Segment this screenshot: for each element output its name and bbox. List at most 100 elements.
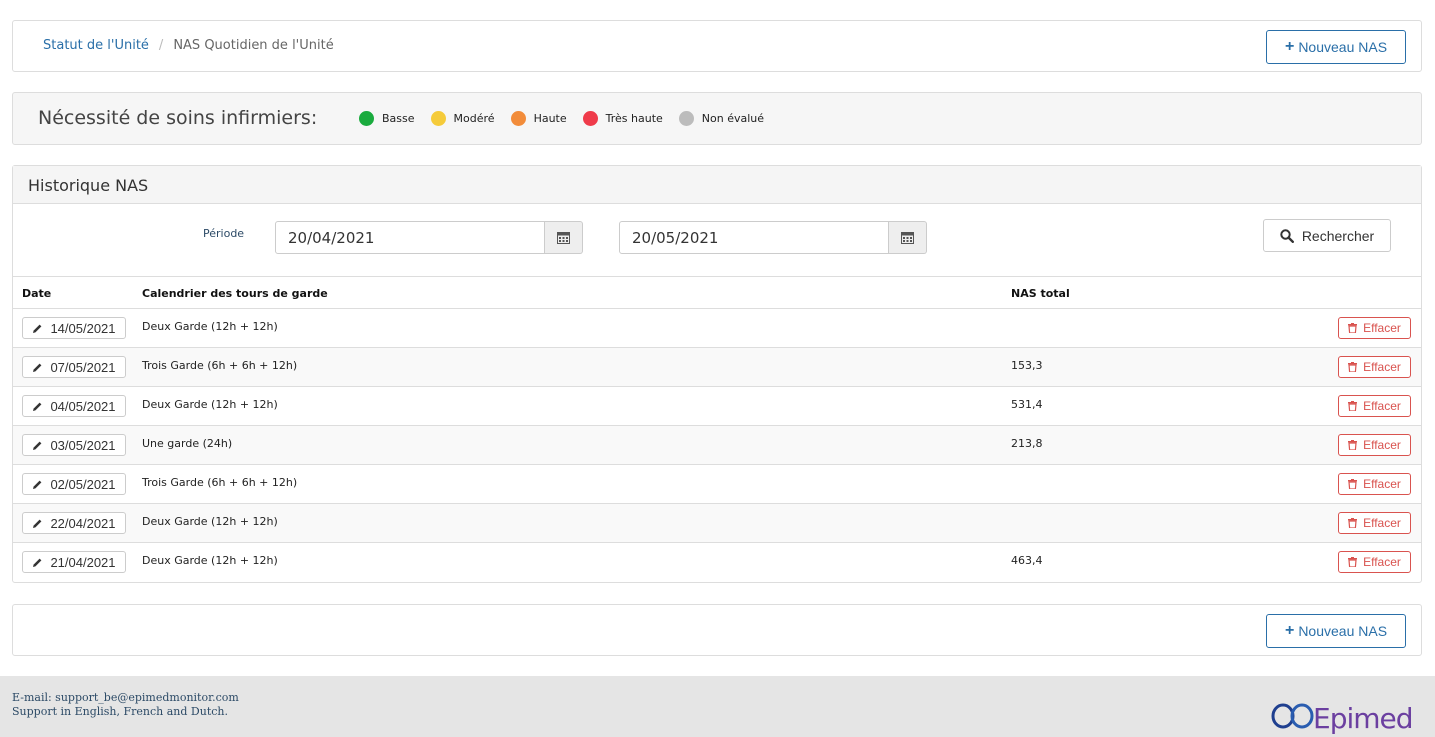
row-date: 02/05/2021 xyxy=(50,476,116,492)
table-body: 14/05/2021 Deux Garde (12h + 12h) Effacer 0… xyxy=(13,309,1421,582)
delete-label: Effacer xyxy=(1363,438,1401,452)
delete-label: Effacer xyxy=(1363,321,1401,335)
calendar-icon[interactable] xyxy=(545,221,583,254)
delete-button[interactable]: Effacer xyxy=(1338,317,1411,339)
date-from-input[interactable]: 20/04/2021 xyxy=(275,221,545,254)
status-dot-icon xyxy=(582,111,598,126)
legend-label: Basse xyxy=(382,112,415,125)
bottom-panel: + Nouveau NAS xyxy=(12,604,1422,656)
edit-date-button[interactable]: 07/05/2021 xyxy=(22,356,126,378)
legend-item: Haute xyxy=(510,111,567,126)
status-dot-icon xyxy=(678,111,694,126)
legend: Basse Modéré Haute Très haute Non évalué xyxy=(359,111,780,126)
delete-button[interactable]: Effacer xyxy=(1338,473,1411,495)
pencil-icon xyxy=(33,519,42,528)
edit-date-button[interactable]: 03/05/2021 xyxy=(22,434,126,456)
legend-title: Nécessité de soins infirmiers: xyxy=(38,107,318,129)
new-nas-button-top[interactable]: + Nouveau NAS xyxy=(1266,30,1406,64)
row-schedule: Trois Garde (6h + 6h + 12h) xyxy=(142,359,298,372)
table-row: 21/04/2021 Deux Garde (12h + 12h) 463,4 Eff… xyxy=(13,543,1421,582)
row-date: 22/04/2021 xyxy=(50,515,116,531)
trash-icon xyxy=(1348,401,1358,411)
legend-panel: Nécessité de soins infirmiers: Basse Modé… xyxy=(12,92,1422,145)
edit-date-button[interactable]: 21/04/2021 xyxy=(22,551,126,573)
table-row: 03/05/2021 Une garde (24h) 213,8 Effacer xyxy=(13,426,1421,465)
table-row: 14/05/2021 Deux Garde (12h + 12h) Effacer xyxy=(13,309,1421,348)
table-row: 04/05/2021 Deux Garde (12h + 12h) 531,4 Eff… xyxy=(13,387,1421,426)
trash-icon xyxy=(1348,557,1358,567)
trash-icon xyxy=(1348,362,1358,372)
pencil-icon xyxy=(33,363,42,372)
row-schedule: Deux Garde (12h + 12h) xyxy=(142,515,278,528)
row-date: 04/05/2021 xyxy=(50,398,116,414)
legend-label: Haute xyxy=(533,112,567,125)
table-row: 22/04/2021 Deux Garde (12h + 12h) Effacer xyxy=(13,504,1421,543)
col-date: Date xyxy=(22,287,52,300)
trash-icon xyxy=(1348,440,1358,450)
breadcrumb-link-unit-status[interactable]: Statut de l'Unité xyxy=(43,38,149,53)
edit-date-button[interactable]: 04/05/2021 xyxy=(22,395,126,417)
plus-icon: + xyxy=(1284,38,1295,55)
row-schedule: Une garde (24h) xyxy=(142,437,233,450)
footer-info: E-mail: support_be@epimedmonitor.com Sup… xyxy=(12,691,239,719)
row-date: 07/05/2021 xyxy=(50,359,116,375)
plus-icon: + xyxy=(1284,622,1295,639)
support-languages: Support in English, French and Dutch. xyxy=(12,705,228,718)
breadcrumb-current: NAS Quotidien de l'Unité xyxy=(173,38,334,53)
row-date: 03/05/2021 xyxy=(50,437,116,453)
pencil-icon xyxy=(33,324,42,333)
edit-date-button[interactable]: 22/04/2021 xyxy=(22,512,126,534)
delete-button[interactable]: Effacer xyxy=(1338,434,1411,456)
pencil-icon xyxy=(33,441,42,450)
table-header: Date Calendrier des tours de garde NAS t… xyxy=(13,277,1421,309)
table-row: 02/05/2021 Trois Garde (6h + 6h + 12h) Eff… xyxy=(13,465,1421,504)
epimed-logo: Epimed xyxy=(1271,698,1419,737)
delete-button[interactable]: Effacer xyxy=(1338,395,1411,417)
search-button[interactable]: Rechercher xyxy=(1263,219,1391,252)
pencil-icon xyxy=(33,558,42,567)
trash-icon xyxy=(1348,518,1358,528)
col-schedule: Calendrier des tours de garde xyxy=(142,287,328,300)
delete-button[interactable]: Effacer xyxy=(1338,551,1411,573)
pencil-icon xyxy=(33,402,42,411)
edit-date-button[interactable]: 14/05/2021 xyxy=(22,317,126,339)
breadcrumb-panel: Statut de l'Unité / NAS Quotidien de l'U… xyxy=(12,20,1422,72)
support-email[interactable]: E-mail: support_be@epimedmonitor.com xyxy=(12,691,239,705)
row-schedule: Trois Garde (6h + 6h + 12h) xyxy=(142,476,298,489)
date-to-input[interactable]: 20/05/2021 xyxy=(619,221,889,254)
trash-icon xyxy=(1348,323,1358,333)
status-dot-icon xyxy=(430,111,446,126)
new-nas-button-bottom[interactable]: + Nouveau NAS xyxy=(1266,614,1406,648)
calendar-icon[interactable] xyxy=(889,221,927,254)
edit-date-button[interactable]: 02/05/2021 xyxy=(22,473,126,495)
status-dot-icon xyxy=(510,111,526,126)
legend-label: Non évalué xyxy=(701,112,765,125)
table-row: 07/05/2021 Trois Garde (6h + 6h + 12h) 153… xyxy=(13,348,1421,387)
new-nas-label: Nouveau NAS xyxy=(1298,623,1388,639)
delete-button[interactable]: Effacer xyxy=(1338,356,1411,378)
delete-label: Effacer xyxy=(1363,555,1401,569)
search-icon xyxy=(1280,228,1294,243)
delete-label: Effacer xyxy=(1363,477,1401,491)
row-nas-total: 213,8 xyxy=(1011,437,1043,450)
status-dot-icon xyxy=(359,111,374,126)
delete-label: Effacer xyxy=(1363,516,1401,530)
date-from-group: 20/04/2021 xyxy=(275,221,583,254)
row-schedule: Deux Garde (12h + 12h) xyxy=(142,320,278,333)
breadcrumb: Statut de l'Unité / NAS Quotidien de l'U… xyxy=(43,38,334,53)
breadcrumb-separator: / xyxy=(158,38,164,53)
row-date: 21/04/2021 xyxy=(50,554,116,570)
col-nas-total: NAS total xyxy=(1011,287,1070,300)
row-nas-total: 153,3 xyxy=(1011,359,1043,372)
new-nas-label: Nouveau NAS xyxy=(1298,39,1388,55)
row-date: 14/05/2021 xyxy=(50,320,116,336)
row-schedule: Deux Garde (12h + 12h) xyxy=(142,398,278,411)
date-to-group: 20/05/2021 xyxy=(619,221,927,254)
footer: E-mail: support_be@epimedmonitor.com Sup… xyxy=(0,676,1435,737)
history-panel: Historique NAS Période 20/04/2021 20/05/… xyxy=(12,165,1422,583)
delete-button[interactable]: Effacer xyxy=(1338,512,1411,534)
legend-item: Très haute xyxy=(582,111,663,126)
pencil-icon xyxy=(33,480,42,489)
history-title: Historique NAS xyxy=(13,166,1421,204)
search-label: Rechercher xyxy=(1301,227,1375,244)
